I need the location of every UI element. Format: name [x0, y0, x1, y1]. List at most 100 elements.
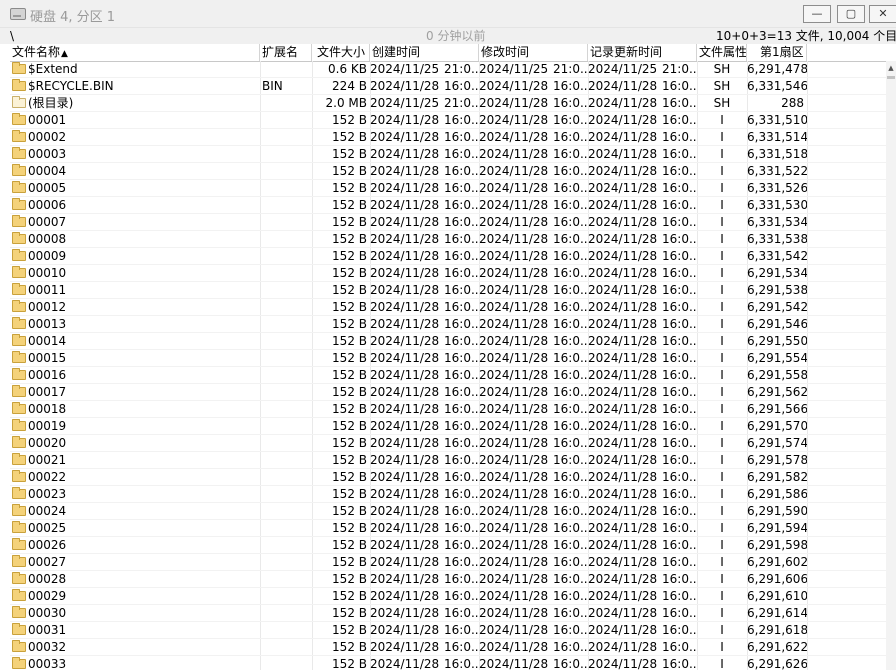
- folder-icon: [12, 79, 26, 91]
- record-time: 16:0...: [662, 79, 697, 93]
- file-list[interactable]: $Extend 0.6 KB 2024/11/25 21:0... 2024/11/25…: [10, 61, 886, 670]
- table-row[interactable]: 00001 152 B 2024/11/28 16:0... 2024/11/28 16:…: [10, 112, 886, 129]
- file-attributes: I: [720, 453, 724, 467]
- folder-icon: [12, 538, 26, 550]
- table-row[interactable]: 00017 152 B 2024/11/28 16:0... 2024/11/28 16:…: [10, 384, 886, 401]
- column-header-name[interactable]: 文件名称▲: [10, 44, 260, 61]
- file-size: 152 B: [332, 572, 367, 586]
- created-time: 16:0...: [444, 198, 479, 212]
- file-extension: [262, 248, 312, 264]
- created-time: 16:0...: [444, 351, 479, 365]
- file-attributes: I: [720, 164, 724, 178]
- record-date: 2024/11/28: [588, 589, 658, 603]
- table-row[interactable]: 00009 152 B 2024/11/28 16:0... 2024/11/28 16:…: [10, 248, 886, 265]
- folder-icon: [12, 606, 26, 618]
- table-row[interactable]: 00024 152 B 2024/11/28 16:0... 2024/11/28 16:…: [10, 503, 886, 520]
- file-name: $Extend: [28, 62, 78, 76]
- table-row[interactable]: 00015 152 B 2024/11/28 16:0... 2024/11/28 16:…: [10, 350, 886, 367]
- modified-time: 16:0...: [553, 181, 588, 195]
- table-row[interactable]: 00018 152 B 2024/11/28 16:0... 2024/11/28 16:…: [10, 401, 886, 418]
- table-row[interactable]: 00026 152 B 2024/11/28 16:0... 2024/11/28 16:…: [10, 537, 886, 554]
- table-row[interactable]: 00022 152 B 2024/11/28 16:0... 2024/11/28 16:…: [10, 469, 886, 486]
- column-header-modified[interactable]: 修改时间: [479, 44, 588, 61]
- table-row[interactable]: 00008 152 B 2024/11/28 16:0... 2024/11/28 16:…: [10, 231, 886, 248]
- column-header-attributes[interactable]: 文件属性: [697, 44, 747, 61]
- maximize-button[interactable]: ▢: [837, 5, 865, 23]
- record-date: 2024/11/25: [588, 62, 658, 76]
- file-name: 00005: [28, 181, 67, 195]
- folder-icon: [12, 521, 26, 533]
- modified-date: 2024/11/28: [479, 504, 549, 518]
- table-row[interactable]: 00012 152 B 2024/11/28 16:0... 2024/11/28 16:…: [10, 299, 886, 316]
- file-attributes: I: [720, 385, 724, 399]
- table-row[interactable]: 00025 152 B 2024/11/28 16:0... 2024/11/28 16:…: [10, 520, 886, 537]
- column-header-size[interactable]: 文件大小: [312, 44, 370, 61]
- created-time: 16:0...: [444, 640, 479, 654]
- created-date: 2024/11/28: [370, 385, 440, 399]
- table-row[interactable]: 00007 152 B 2024/11/28 16:0... 2024/11/28 16:…: [10, 214, 886, 231]
- modified-date: 2024/11/28: [479, 300, 549, 314]
- file-extension: [262, 333, 312, 349]
- column-header-created[interactable]: 创建时间: [370, 44, 479, 61]
- minimize-button[interactable]: —: [803, 5, 831, 23]
- folder-icon: [12, 147, 26, 159]
- record-date: 2024/11/28: [588, 606, 658, 620]
- column-header-first-sector[interactable]: 第1扇区: [747, 44, 807, 61]
- file-attributes: SH: [713, 62, 731, 76]
- table-row[interactable]: 00031 152 B 2024/11/28 16:0... 2024/11/28 16:…: [10, 622, 886, 639]
- table-row[interactable]: 00032 152 B 2024/11/28 16:0... 2024/11/28 16:…: [10, 639, 886, 656]
- modified-time: 16:0...: [553, 402, 588, 416]
- table-row[interactable]: 00033 152 B 2024/11/28 16:0... 2024/11/28 16:…: [10, 656, 886, 670]
- table-row[interactable]: 00023 152 B 2024/11/28 16:0... 2024/11/28 16:…: [10, 486, 886, 503]
- table-row[interactable]: 00014 152 B 2024/11/28 16:0... 2024/11/28 16:…: [10, 333, 886, 350]
- table-row[interactable]: $RECYCLE.BIN BIN 224 B 2024/11/28 16:0... 202…: [10, 78, 886, 95]
- created-time: 16:0...: [444, 572, 479, 586]
- record-date: 2024/11/28: [588, 521, 658, 535]
- table-row[interactable]: (根目录) 2.0 MB 2024/11/25 21:0... 2024/11/28 16…: [10, 95, 886, 112]
- table-row[interactable]: 00002 152 B 2024/11/28 16:0... 2024/11/28 16:…: [10, 129, 886, 146]
- column-header-extension[interactable]: 扩展名: [260, 44, 312, 61]
- file-name: 00020: [28, 436, 67, 450]
- created-time: 16:0...: [444, 521, 479, 535]
- record-time: 16:0...: [662, 147, 697, 161]
- table-row[interactable]: 00030 152 B 2024/11/28 16:0... 2024/11/28 16:…: [10, 605, 886, 622]
- vertical-scrollbar[interactable]: ▲: [886, 61, 896, 670]
- modified-date: 2024/11/28: [479, 385, 549, 399]
- table-row[interactable]: 00013 152 B 2024/11/28 16:0... 2024/11/28 16:…: [10, 316, 886, 333]
- table-row[interactable]: 00027 152 B 2024/11/28 16:0... 2024/11/28 16:…: [10, 554, 886, 571]
- file-extension: [262, 639, 312, 655]
- folder-icon: [12, 419, 26, 431]
- scroll-thumb[interactable]: [887, 76, 895, 79]
- file-extension: [262, 503, 312, 519]
- record-date: 2024/11/28: [588, 538, 658, 552]
- table-row[interactable]: 00004 152 B 2024/11/28 16:0... 2024/11/28 16:…: [10, 163, 886, 180]
- table-row[interactable]: 00010 152 B 2024/11/28 16:0... 2024/11/28 16:…: [10, 265, 886, 282]
- table-row[interactable]: 00005 152 B 2024/11/28 16:0... 2024/11/28 16:…: [10, 180, 886, 197]
- table-row[interactable]: 00011 152 B 2024/11/28 16:0... 2024/11/28 16:…: [10, 282, 886, 299]
- created-date: 2024/11/28: [370, 504, 440, 518]
- created-date: 2024/11/28: [370, 657, 440, 670]
- close-button[interactable]: ✕: [869, 5, 896, 23]
- first-sector: 6,291,590: [747, 504, 807, 518]
- scroll-up-arrow-icon[interactable]: ▲: [886, 61, 896, 75]
- table-row[interactable]: 00006 152 B 2024/11/28 16:0... 2024/11/28 16:…: [10, 197, 886, 214]
- file-size: 152 B: [332, 453, 367, 467]
- record-time: 16:0...: [662, 623, 697, 637]
- table-row[interactable]: $Extend 0.6 KB 2024/11/25 21:0... 2024/11/25…: [10, 61, 886, 78]
- file-extension: [262, 435, 312, 451]
- table-row[interactable]: 00021 152 B 2024/11/28 16:0... 2024/11/28 16:…: [10, 452, 886, 469]
- table-row[interactable]: 00028 152 B 2024/11/28 16:0... 2024/11/28 16:…: [10, 571, 886, 588]
- modified-date: 2024/11/28: [479, 79, 549, 93]
- first-sector: 6,291,582: [747, 470, 807, 484]
- table-row[interactable]: 00020 152 B 2024/11/28 16:0... 2024/11/28 16:…: [10, 435, 886, 452]
- table-row[interactable]: 00029 152 B 2024/11/28 16:0... 2024/11/28 16:…: [10, 588, 886, 605]
- modified-date: 2024/11/28: [479, 130, 549, 144]
- modified-date: 2024/11/28: [479, 640, 549, 654]
- file-name: 00025: [28, 521, 67, 535]
- file-extension: [262, 197, 312, 213]
- file-extension: [262, 588, 312, 604]
- column-header-record-updated[interactable]: 记录更新时间: [588, 44, 697, 61]
- table-row[interactable]: 00019 152 B 2024/11/28 16:0... 2024/11/28 16:…: [10, 418, 886, 435]
- table-row[interactable]: 00003 152 B 2024/11/28 16:0... 2024/11/28 16:…: [10, 146, 886, 163]
- table-row[interactable]: 00016 152 B 2024/11/28 16:0... 2024/11/28 16:…: [10, 367, 886, 384]
